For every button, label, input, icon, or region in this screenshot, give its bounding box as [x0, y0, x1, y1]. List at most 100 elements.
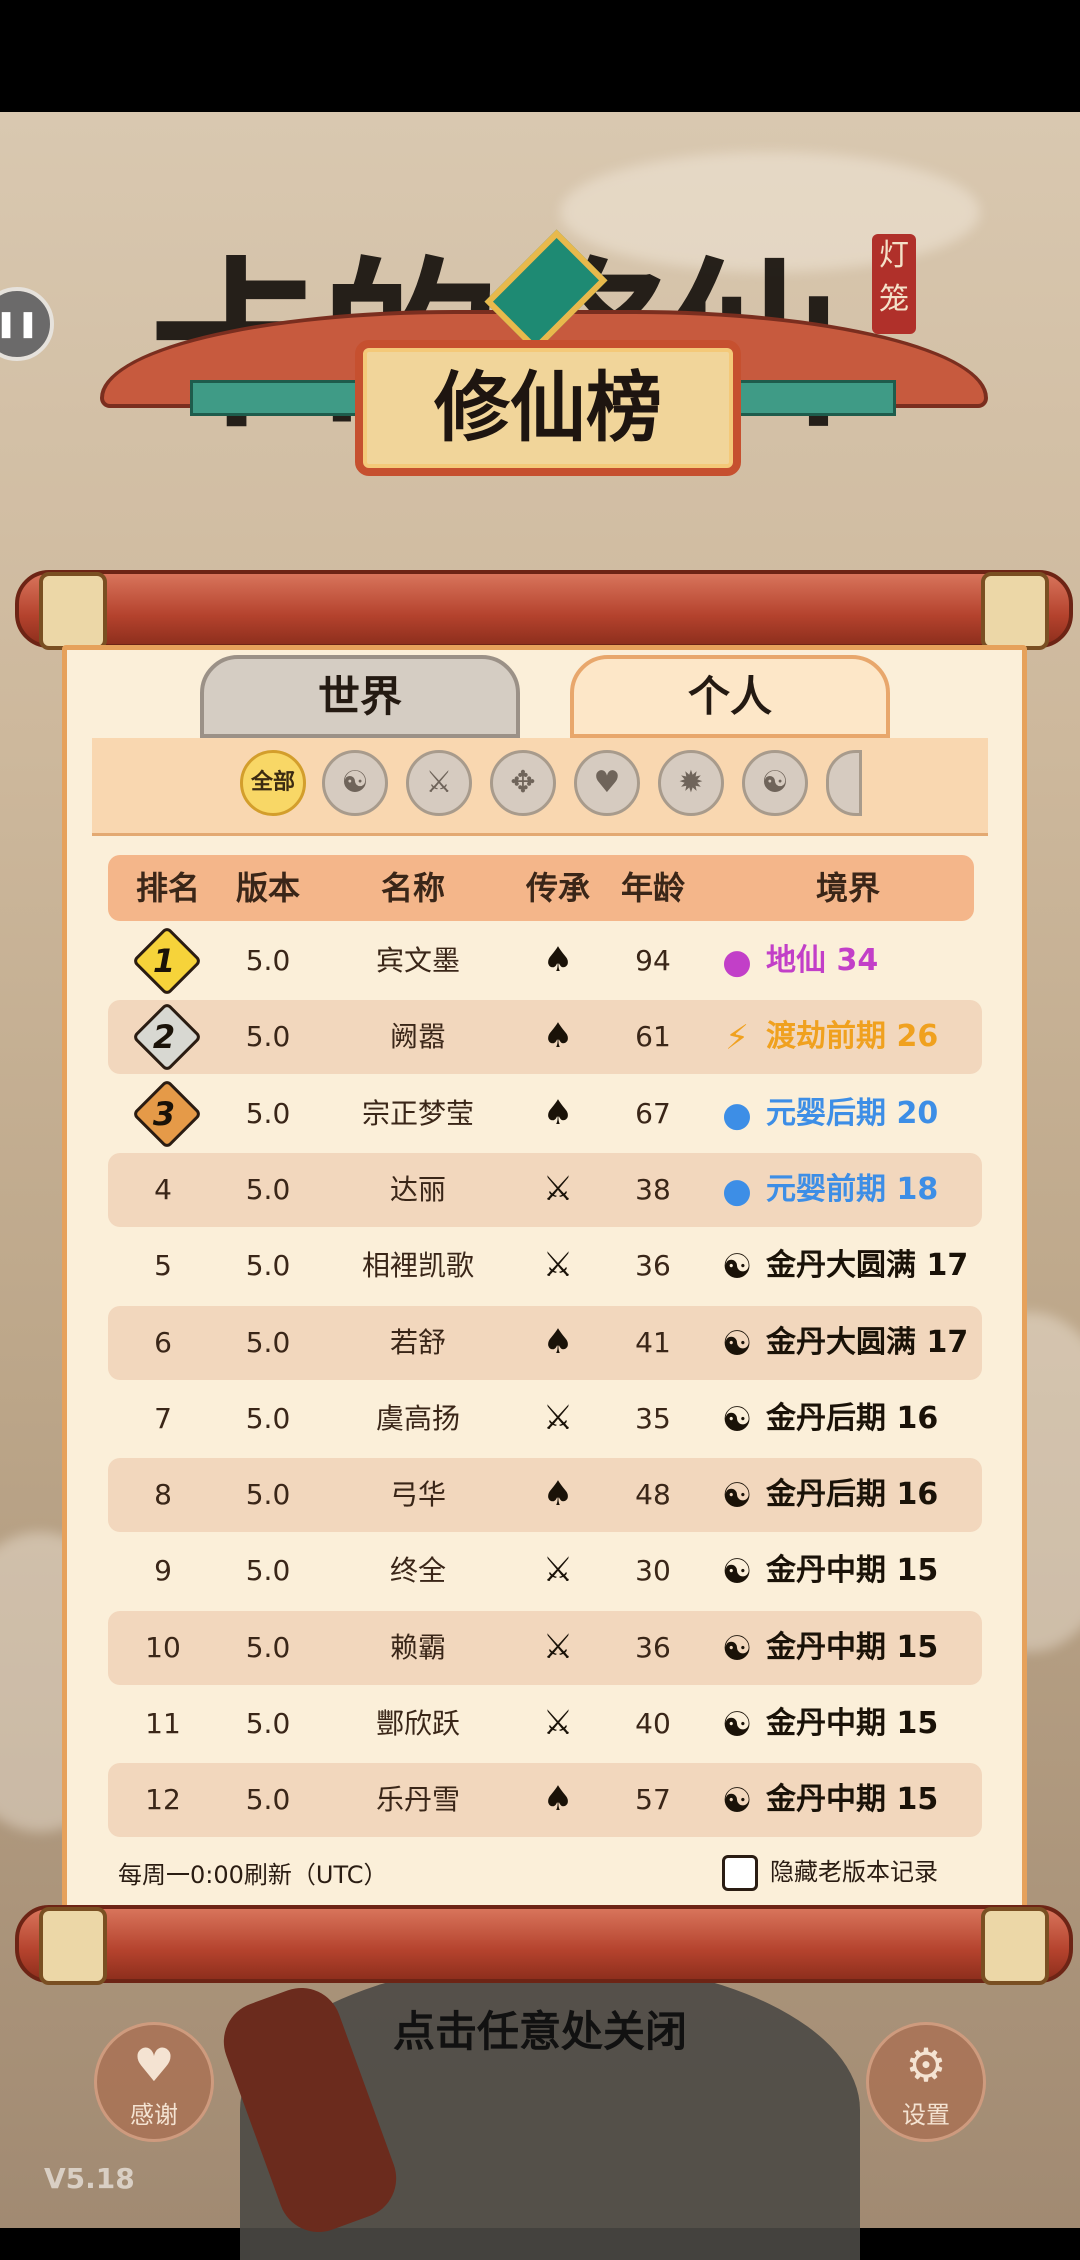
- name-cell: 酆欣跃: [375, 1707, 460, 1740]
- table-row[interactable]: 2 5.0 阙嚣 ♠ 61 ⚡ 渡劫前期 26: [108, 1000, 982, 1074]
- lineage-cell: ⚔: [528, 1534, 588, 1608]
- hide-old-versions-toggle[interactable]: 隐藏老版本记录: [722, 1852, 938, 1891]
- name-cell: 宗正梦莹: [361, 1097, 474, 1130]
- name-cell: 宾文墨: [375, 944, 460, 977]
- book-icon[interactable]: ✥: [490, 750, 556, 816]
- flame-icon: ♠: [542, 940, 574, 980]
- table-row[interactable]: 8 5.0 弓华 ♠ 48 ☯ 金丹后期 16: [108, 1458, 982, 1532]
- table-header: 排名 版本 名称 传承 年龄 境界: [108, 855, 974, 921]
- realm-label: 金丹中期 15: [766, 1706, 939, 1741]
- realm-icon: ☯: [721, 1780, 753, 1821]
- rod-cap: [39, 1907, 107, 1985]
- name-cell: 虞高扬: [375, 1402, 460, 1435]
- realm-icon: ☯: [721, 1704, 753, 1745]
- rank-number: 2: [152, 1018, 176, 1056]
- table-row[interactable]: 10 5.0 赖霸 ⚔ 36 ☯ 金丹中期 15: [108, 1611, 982, 1685]
- rank-number: 3: [152, 1095, 176, 1133]
- realm-icon: ☯: [721, 1551, 753, 1592]
- realm-label: 金丹中期 15: [766, 1782, 939, 1817]
- age-cell: 61: [635, 1020, 671, 1053]
- version-cell: 5.0: [245, 1326, 291, 1359]
- realm-cell: ☯ 金丹中期 15: [718, 1687, 978, 1761]
- flame-icon: ♠: [542, 1016, 574, 1056]
- tab-world[interactable]: 世界: [200, 655, 520, 738]
- version-cell: 5.0: [245, 1097, 291, 1130]
- gear-icon: ⚙: [905, 2038, 947, 2092]
- table-row[interactable]: 7 5.0 虞高扬 ⚔ 35 ☯ 金丹后期 16: [108, 1382, 982, 1456]
- filter-all-button[interactable]: 全部: [240, 750, 306, 816]
- realm-label: 渡劫前期 26: [766, 1019, 939, 1054]
- sword-icon[interactable]: ⚔: [406, 750, 472, 816]
- settings-button[interactable]: ⚙ 设置: [866, 2022, 986, 2142]
- table-row[interactable]: 6 5.0 若舒 ♠ 41 ☯ 金丹大圆满 17: [108, 1306, 982, 1380]
- table-row[interactable]: 5 5.0 相裡凯歌 ⚔ 36 ☯ 金丹大圆满 17: [108, 1229, 982, 1303]
- tab-personal[interactable]: 个人: [570, 655, 890, 738]
- realm-label: 金丹大圆满 17: [766, 1325, 969, 1360]
- rod-cap: [39, 572, 107, 650]
- name-cell: 若舒: [389, 1326, 446, 1359]
- realm-icon: ●: [722, 941, 752, 982]
- rank-cell: 5: [154, 1249, 172, 1282]
- lineage-cell: ♠: [528, 924, 588, 998]
- hide-old-label: 隐藏老版本记录: [770, 1858, 938, 1886]
- flame-icon[interactable]: ✹: [658, 750, 724, 816]
- table-row[interactable]: 12 5.0 乐丹雪 ♠ 57 ☯ 金丹中期 15: [108, 1763, 982, 1837]
- realm-cell: ☯ 金丹后期 16: [718, 1458, 978, 1532]
- header-name: 名称: [380, 869, 445, 907]
- flame-icon: ♠: [542, 1322, 574, 1362]
- version-cell: 5.0: [245, 1173, 291, 1206]
- hide-old-checkbox[interactable]: [722, 1855, 758, 1891]
- age-cell: 48: [635, 1478, 671, 1511]
- name-cell: 乐丹雪: [375, 1783, 460, 1816]
- table-row[interactable]: 3 5.0 宗正梦莹 ♠ 67 ● 元婴后期 20: [108, 1077, 982, 1151]
- lineage-cell: ⚔: [528, 1153, 588, 1227]
- realm-cell: ☯ 金丹大圆满 17: [718, 1229, 978, 1303]
- name-cell: 阙嚣: [389, 1020, 446, 1053]
- yin-yang-icon[interactable]: ☯: [322, 750, 388, 816]
- header-lineage: 传承: [525, 869, 590, 907]
- rank-cell: 11: [145, 1707, 181, 1740]
- table-row[interactable]: 1 5.0 宾文墨 ♠ 94 ● 地仙 34: [108, 924, 982, 998]
- realm-icon: ⚡: [725, 1017, 749, 1058]
- settings-label: 设置: [902, 2101, 950, 2129]
- realm-label: 金丹后期 16: [766, 1477, 939, 1512]
- lineage-cell: ⚔: [528, 1382, 588, 1456]
- version-cell: 5.0: [245, 1020, 291, 1053]
- rank-cell: 7: [154, 1402, 172, 1435]
- version-cell: 5.0: [245, 1554, 291, 1587]
- lineage-cell: ♠: [528, 1458, 588, 1532]
- thanks-label: 感谢: [130, 2101, 178, 2129]
- realm-cell: ☯ 金丹中期 15: [718, 1534, 978, 1608]
- age-cell: 41: [635, 1326, 671, 1359]
- table-row[interactable]: 4 5.0 达丽 ⚔ 38 ● 元婴前期 18: [108, 1153, 982, 1227]
- realm-label: 元婴前期 18: [766, 1172, 939, 1207]
- header-realm: 境界: [815, 869, 880, 907]
- name-cell: 弓华: [389, 1478, 446, 1511]
- swirl-icon[interactable]: ☯: [742, 750, 808, 816]
- rank-cell: 10: [145, 1631, 181, 1664]
- heart-icon[interactable]: ♥: [574, 750, 640, 816]
- age-cell: 35: [635, 1402, 671, 1435]
- lineage-cell: ⚔: [528, 1687, 588, 1761]
- thanks-button[interactable]: ♥ 感谢: [94, 2022, 214, 2142]
- name-cell: 相裡凯歌: [361, 1249, 474, 1282]
- sword-icon: ⚔: [542, 1398, 574, 1438]
- realm-label: 地仙 34: [766, 943, 879, 978]
- realm-cell: ● 元婴前期 18: [718, 1153, 978, 1227]
- realm-cell: ● 元婴后期 20: [718, 1077, 978, 1151]
- table-row[interactable]: 11 5.0 酆欣跃 ⚔ 40 ☯ 金丹中期 15: [108, 1687, 982, 1761]
- realm-label: 金丹中期 15: [766, 1630, 939, 1665]
- age-cell: 30: [635, 1554, 671, 1587]
- realm-icon: ●: [722, 1094, 752, 1135]
- scroll-rod-bottom: [15, 1905, 1073, 1985]
- name-cell: 达丽: [389, 1173, 446, 1206]
- age-cell: 67: [635, 1097, 671, 1130]
- more-icon[interactable]: [826, 750, 862, 816]
- rank-cell: 2: [108, 1000, 218, 1074]
- realm-cell: ☯ 金丹后期 16: [718, 1382, 978, 1456]
- lineage-cell: ⚔: [528, 1611, 588, 1685]
- sword-icon: ⚔: [542, 1627, 574, 1667]
- sword-icon: ⚔: [542, 1550, 574, 1590]
- table-row[interactable]: 9 5.0 终全 ⚔ 30 ☯ 金丹中期 15: [108, 1534, 982, 1608]
- age-cell: 38: [635, 1173, 671, 1206]
